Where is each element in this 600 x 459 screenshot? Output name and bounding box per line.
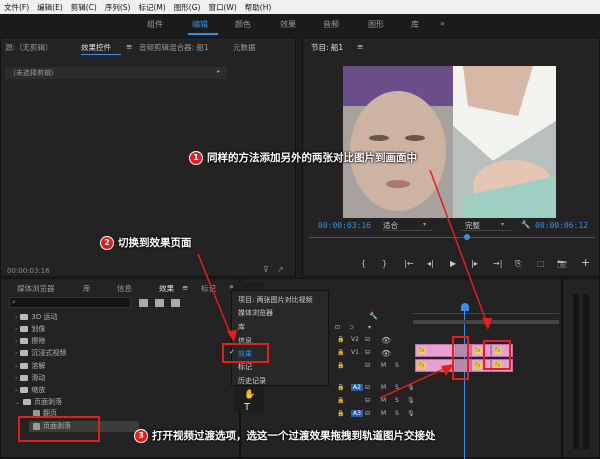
annotation-number: 2 [100, 235, 114, 250]
annotation-text: 切换到效果页面 [118, 237, 192, 249]
annotation-2: 2 切换到效果页面 [100, 235, 192, 250]
arrow-1 [429, 169, 489, 327]
annotation-arrows [197, 169, 492, 399]
annotation-text: 打开视频过渡选项，选这一个过渡效果拖拽到轨道图片交接处 [152, 430, 436, 442]
arrowhead-2 [227, 330, 237, 342]
annotation-text: 同样的方法添加另外的两张对比图片到画面中 [207, 152, 417, 164]
annotation-1: 1 同样的方法添加另外的两张对比图片到画面中 [189, 150, 417, 165]
arrow-3 [379, 365, 451, 399]
arrowhead-1 [482, 318, 492, 330]
annotation-number: 3 [134, 428, 148, 443]
arrow-2 [197, 253, 233, 339]
annotation-number: 1 [189, 150, 203, 165]
annotation-3: 3 打开视频过渡选项，选这一个过渡效果拖拽到轨道图片交接处 [134, 428, 436, 443]
